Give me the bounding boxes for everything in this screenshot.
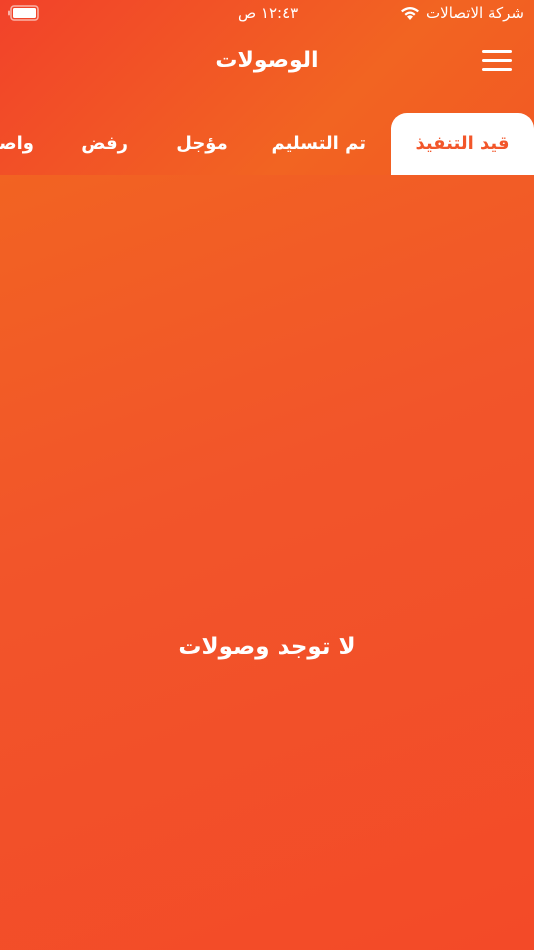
carrier-name: شركة الاتصالات — [426, 4, 524, 22]
empty-state-message: لا توجد وصولات — [178, 634, 356, 660]
tab-postponed[interactable]: مؤجل — [174, 113, 230, 175]
tab-bar: قيد التنفيذ تم التسليم مؤجل رفض واصل — [0, 113, 534, 175]
hamburger-menu-icon[interactable] — [482, 50, 514, 74]
tab-rejected[interactable]: رفض — [81, 113, 128, 175]
battery-icon — [8, 5, 39, 21]
status-bar: شركة الاتصالات ١٢:٤٣ ص — [0, 0, 534, 28]
carrier-info: شركة الاتصالات — [400, 4, 524, 22]
wifi-icon — [401, 6, 420, 20]
tab-in-progress[interactable]: قيد التنفيذ — [391, 113, 534, 175]
tab-arrived[interactable]: واصل — [0, 113, 34, 175]
content-area — [0, 175, 534, 950]
clock: ١٢:٤٣ ص — [238, 4, 299, 22]
tab-delivered[interactable]: تم التسليم — [271, 113, 366, 175]
header: الوصولات — [0, 36, 534, 88]
page-title: الوصولات — [215, 48, 319, 73]
